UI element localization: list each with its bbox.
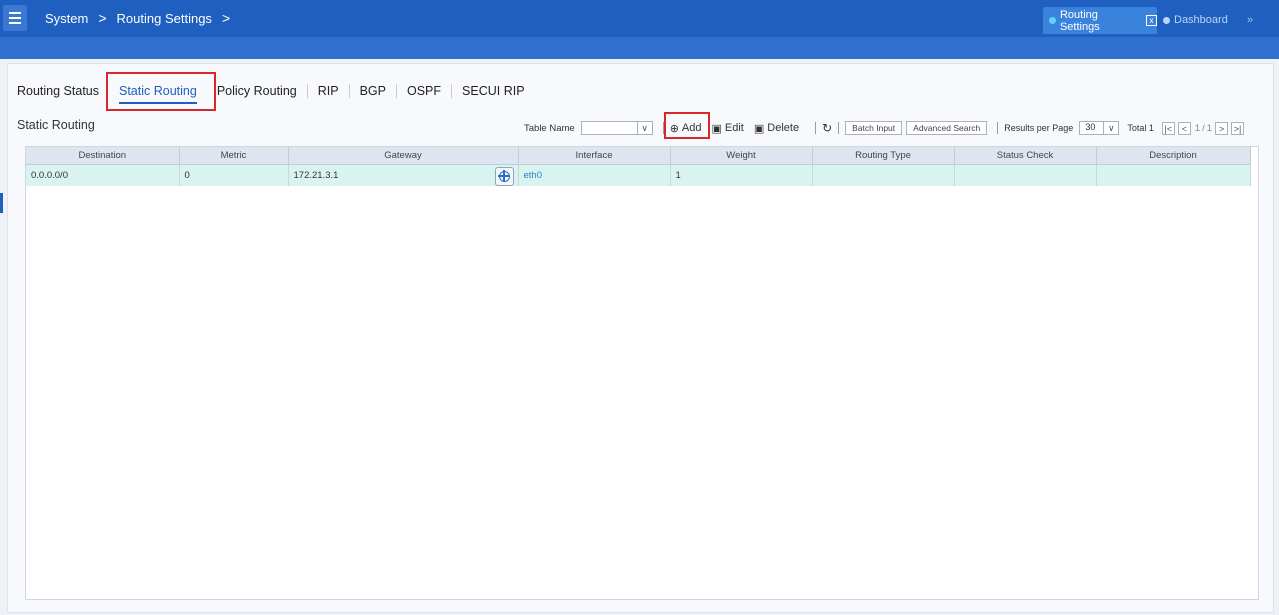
highlight-box-add (664, 112, 710, 139)
gateway-globe-icon[interactable] (494, 167, 514, 186)
sub-header-bar (0, 37, 1279, 59)
cell-metric: 0 (179, 164, 289, 186)
tab-bgp[interactable]: BGP (350, 84, 396, 98)
chevron-down-icon[interactable]: ∨ (636, 122, 652, 134)
prev-page-icon[interactable]: < (1177, 121, 1191, 135)
next-page-icon[interactable]: > (1215, 121, 1229, 135)
chevron-down-icon[interactable]: ∨ (1103, 122, 1118, 134)
edit-button[interactable]: ▣ Edit (712, 122, 744, 135)
column-header-gateway[interactable]: Gateway (288, 147, 519, 165)
delete-icon: ▣ (753, 122, 765, 135)
cell-gateway: 172.21.3.1 (288, 164, 519, 186)
edit-icon: ▣ (711, 122, 722, 135)
status-dot-icon (1163, 16, 1170, 24)
status-dot-icon (1049, 17, 1056, 24)
page-total: 1 (1206, 122, 1213, 134)
column-header-metric[interactable]: Metric (179, 147, 289, 165)
tab-routing-status[interactable]: Routing Status (17, 84, 109, 98)
toolbar-divider (815, 122, 817, 134)
total-count: Total 1 (1127, 123, 1154, 133)
delete-label: Delete (767, 122, 800, 134)
breadcrumb: System > Routing Settings > (45, 10, 230, 26)
menu-icon[interactable] (3, 5, 27, 31)
static-routing-table: Destination Metric Gateway Interface Wei… (25, 146, 1259, 600)
column-header-description[interactable]: Description (1096, 147, 1251, 165)
first-page-icon[interactable]: |< (1161, 121, 1175, 135)
toolbar-divider (838, 122, 840, 134)
results-per-page-value: 30 (1085, 122, 1096, 132)
breadcrumb-separator: > (98, 10, 107, 26)
breadcrumb-system[interactable]: System (45, 11, 88, 26)
tab-ospf[interactable]: OSPF (397, 84, 451, 98)
last-page-icon[interactable]: >| (1231, 121, 1245, 135)
table-name-label: Table Name (524, 122, 575, 134)
tab-policy-routing[interactable]: Policy Routing (207, 84, 307, 98)
left-accent (0, 193, 3, 213)
top-bar: System > Routing Settings > Routing Sett… (0, 0, 1279, 38)
table-header-row: Destination Metric Gateway Interface Wei… (26, 147, 1251, 165)
breadcrumb-routing-settings[interactable]: Routing Settings (117, 11, 212, 26)
column-header-routing-type[interactable]: Routing Type (812, 147, 955, 165)
window-tab-routing-settings[interactable]: Routing Settings x (1043, 7, 1158, 34)
tab-rip[interactable]: RIP (308, 84, 349, 98)
tab-secui-rip[interactable]: SECUI RIP (452, 84, 535, 98)
column-header-interface[interactable]: Interface (518, 147, 671, 165)
batch-input-button[interactable]: Batch Input (845, 121, 903, 135)
breadcrumb-separator: > (221, 10, 231, 26)
column-header-destination[interactable]: Destination (26, 147, 180, 165)
highlight-box-static-routing (106, 72, 216, 111)
column-header-weight[interactable]: Weight (670, 147, 813, 165)
edit-label: Edit (724, 122, 744, 134)
more-tabs-icon[interactable]: » (1247, 14, 1253, 26)
section-title: Static Routing (17, 118, 95, 132)
window-tab-label: Routing Settings (1059, 8, 1100, 33)
routing-tabs: Routing Status Static Routing Policy Rou… (17, 84, 535, 104)
table-name-select[interactable]: ∨ (580, 121, 653, 135)
page-separator: / (1202, 122, 1205, 134)
refresh-icon[interactable]: ↻ (822, 121, 832, 135)
table-row[interactable]: 0.0.0.0/0 0 172.21.3.1 eth0 1 (26, 164, 1251, 186)
column-header-status-check[interactable]: Status Check (954, 147, 1097, 165)
cell-interface[interactable]: eth0 (518, 164, 671, 186)
cell-routing-type (812, 164, 955, 186)
window-tab-label: Dashboard (1174, 14, 1228, 26)
cell-weight: 1 (670, 164, 813, 186)
table-toolbar: Table Name ∨ ⊕ Add ▣ Edit ▣ Delete ↻ Bat… (524, 119, 1245, 137)
results-per-page-label: Results per Page (1004, 123, 1074, 133)
cell-gateway-value: 172.21.3.1 (293, 170, 339, 181)
window-tab-dashboard[interactable]: Dashboard (1163, 14, 1228, 26)
toolbar-divider (997, 122, 999, 134)
cell-status-check (954, 164, 1097, 186)
delete-button[interactable]: ▣ Delete (754, 122, 799, 135)
cell-description (1096, 164, 1251, 186)
page-current: 1 (1194, 122, 1201, 134)
results-per-page-select[interactable]: 30 ∨ (1079, 121, 1120, 135)
advanced-search-button[interactable]: Advanced Search (906, 121, 988, 135)
cell-destination: 0.0.0.0/0 (26, 164, 180, 186)
close-icon[interactable]: x (1146, 15, 1158, 26)
